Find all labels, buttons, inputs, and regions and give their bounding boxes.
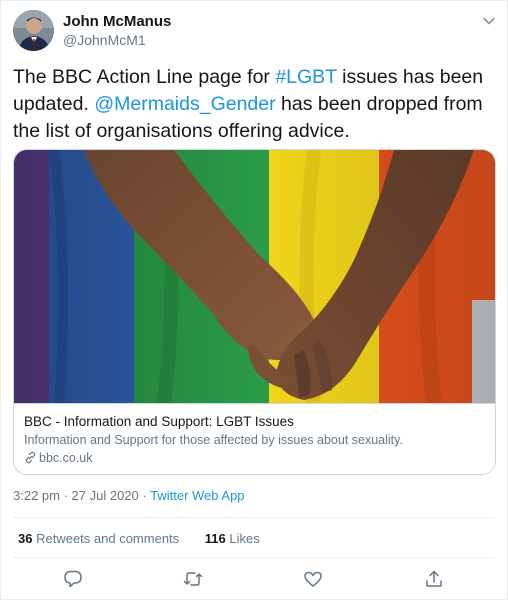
likes-count: 116 [204,531,226,546]
card-domain-text: bbc.co.uk [39,451,93,465]
retweets-stat[interactable]: 36 Retweets and comments [18,531,179,546]
retweet-icon[interactable] [182,568,204,590]
source-app-link[interactable]: Twitter Web App [150,488,244,503]
separator: · [59,488,72,503]
tweet-date[interactable]: 27 Jul 2020 [72,488,139,503]
stats-row: 36 Retweets and comments 116 Likes [18,530,260,548]
card-meta: BBC - Information and Support: LGBT Issu… [14,403,495,474]
tweet-text-part: The BBC Action Line page for [13,66,276,88]
card-description: Information and Support for those affect… [24,433,403,447]
divider [13,517,494,518]
card-image [14,150,495,404]
retweets-count: 36 [18,531,33,546]
card-title[interactable]: BBC - Information and Support: LGBT Issu… [24,413,294,431]
likes-label: Likes [229,531,260,546]
share-icon[interactable] [423,568,445,590]
action-bar [0,568,508,592]
divider [13,557,494,558]
mention-link[interactable]: @Mermaids_Gender [94,93,275,115]
likes-stat[interactable]: 116 Likes [205,531,260,546]
author-handle[interactable]: @JohnMcM1 [63,31,146,49]
tweet-text: The BBC Action Line page for #LGBT issue… [13,64,498,145]
reply-icon[interactable] [62,568,84,590]
separator: · [138,488,151,503]
timestamp-line: 3:22 pm · 27 Jul 2020 · Twitter Web App [13,487,245,505]
heart-icon[interactable] [302,568,324,590]
chevron-down-icon[interactable] [480,12,498,30]
author-name[interactable]: John McManus [63,12,171,31]
tweet-time[interactable]: 3:22 pm [13,488,60,503]
retweets-label: Retweets and comments [36,531,180,546]
link-card[interactable]: BBC - Information and Support: LGBT Issu… [13,149,496,475]
hashtag-link[interactable]: #LGBT [275,66,336,88]
tweet-container: John McManus @JohnMcM1 The BBC Action Li… [0,0,508,600]
avatar[interactable] [13,10,54,51]
link-icon [24,451,39,465]
card-domain: bbc.co.uk [24,450,93,467]
